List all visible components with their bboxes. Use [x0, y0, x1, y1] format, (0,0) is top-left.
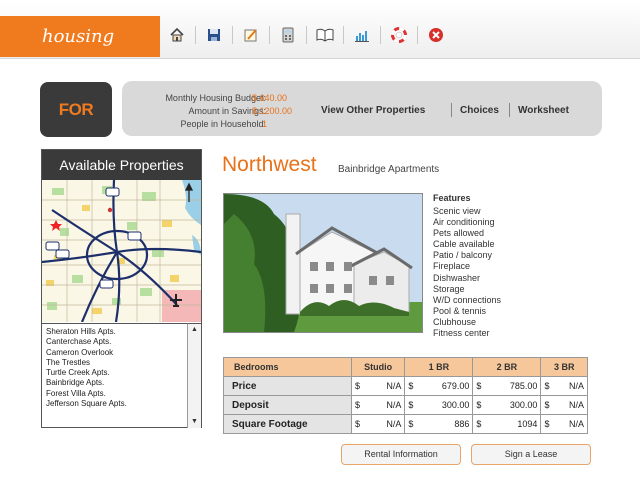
rental-information-button[interactable]: Rental Information — [341, 444, 461, 465]
toolbar-divider — [343, 26, 344, 44]
toolbar-divider — [269, 26, 270, 44]
table-cell: $886 — [404, 414, 474, 434]
feature-item: Dishwasher — [433, 272, 481, 283]
property-photo — [223, 193, 423, 333]
property-list[interactable]: Sheraton Hills Apts. Canterchase Apts. C… — [42, 323, 187, 426]
table-cell: $300.00 — [404, 395, 474, 415]
city-map[interactable] — [42, 180, 201, 322]
feature-item: Clubhouse — [433, 316, 477, 327]
table-cell: $ N/A — [350, 376, 406, 396]
nav-divider — [509, 103, 510, 117]
list-item[interactable]: Sheraton Hills Apts. — [46, 327, 183, 337]
feature-item: Scenic view — [433, 206, 481, 216]
feature-item: Fitness center — [433, 328, 490, 339]
scroll-down-icon[interactable]: ▼ — [188, 416, 201, 428]
table-row: Deposit $ N/A $300.00 $300.00 $ N/A — [223, 395, 588, 415]
home-icon[interactable] — [166, 24, 188, 46]
chart-icon[interactable] — [351, 24, 373, 46]
table-cell: $ N/A — [350, 395, 406, 415]
close-icon[interactable] — [425, 24, 447, 46]
help-icon[interactable] — [388, 24, 410, 46]
list-scrollbar[interactable]: ▲ ▼ — [187, 323, 201, 428]
app-logo: housing — [0, 16, 160, 57]
list-item[interactable]: Cameron Overlook — [46, 348, 183, 358]
table-cell: $300.00 — [472, 395, 542, 415]
row-label: Square Footage — [223, 414, 352, 434]
list-item[interactable]: Canterchase Apts. — [46, 337, 183, 347]
monthly-budget-label: Monthly Housing Budget: — [165, 93, 266, 103]
feature-item: Storage — [433, 283, 465, 294]
scroll-up-icon[interactable]: ▲ — [188, 324, 201, 336]
features-list: Features Scenic view Air conditioning Pe… — [433, 193, 501, 339]
table-cell: $ N/A — [350, 414, 406, 434]
savings-value: $ 1200.00 — [252, 106, 293, 116]
feature-item: Pool & tennis — [433, 305, 487, 316]
save-icon[interactable] — [203, 24, 225, 46]
available-properties-panel: Available Properties Sheraton Hills Apts… — [41, 149, 202, 428]
feature-item: Cable available — [433, 239, 495, 250]
header-2br: 2 BR — [472, 357, 542, 377]
table-cell: $ N/A — [540, 414, 588, 434]
feature-item: Patio / balcony — [433, 250, 493, 261]
sign-lease-button[interactable]: Sign a Lease — [471, 444, 591, 465]
list-item[interactable]: Forest Villa Apts. — [46, 389, 183, 399]
savings-label: Amount in Savings: — [188, 106, 266, 116]
table-cell: $679.00 — [404, 376, 474, 396]
feature-item: Pets allowed — [433, 228, 485, 239]
choices-link[interactable]: Choices — [460, 105, 499, 116]
features-title: Features — [433, 193, 471, 203]
for-rent-sign: FOR RENT — [40, 82, 112, 174]
header-bedrooms: Bedrooms — [223, 357, 352, 377]
top-bar: housing — [0, 0, 640, 59]
table-cell: $ N/A — [540, 395, 588, 415]
notepad-icon[interactable] — [240, 24, 262, 46]
monthly-budget-value: $ 640.00 — [252, 93, 288, 103]
list-item[interactable]: The Trestles — [46, 358, 183, 368]
rates-header-row: Bedrooms Studio 1 BR 2 BR 3 BR — [223, 357, 588, 377]
rates-table: Bedrooms Studio 1 BR 2 BR 3 BR Price $ N/… — [223, 357, 588, 434]
list-item[interactable]: Bainbridge Apts. — [46, 378, 183, 388]
feature-item: Air conditioning — [433, 217, 495, 228]
budget-panel: Monthly Housing Budget: $ 640.00 Amount … — [122, 81, 602, 136]
worksheet-link[interactable]: Worksheet — [518, 105, 569, 116]
row-label: Deposit — [223, 395, 352, 415]
row-label: Price — [223, 376, 352, 396]
nav-divider — [451, 103, 452, 117]
table-cell: $ N/A — [540, 376, 588, 396]
list-item[interactable]: Turtle Creek Apts. — [46, 368, 183, 378]
table-cell: $1094 — [472, 414, 542, 434]
calculator-icon[interactable] — [277, 24, 299, 46]
list-item[interactable]: Jefferson Square Apts. — [46, 399, 183, 409]
property-region: Northwest — [222, 153, 317, 176]
property-name: Bainbridge Apartments — [338, 164, 440, 175]
header-1br: 1 BR — [404, 357, 474, 377]
available-properties-title: Available Properties — [42, 150, 201, 180]
table-row: Square Footage $ N/A $886 $1094 $ N/A — [223, 414, 588, 434]
toolbar — [166, 24, 454, 46]
feature-item: W/D connections — [433, 294, 502, 305]
household-label: People in Household: — [180, 119, 266, 129]
header-3br: 3 BR — [540, 357, 588, 377]
view-other-properties-link[interactable]: View Other Properties — [321, 105, 425, 116]
toolbar-divider — [380, 26, 381, 44]
table-row: Price $ N/A $679.00 $785.00 $ N/A — [223, 376, 588, 396]
toolbar-divider — [417, 26, 418, 44]
toolbar-divider — [232, 26, 233, 44]
header-studio: Studio — [350, 357, 406, 377]
toolbar-divider — [195, 26, 196, 44]
table-cell: $785.00 — [472, 376, 542, 396]
household-value: 1 — [262, 119, 268, 129]
book-icon[interactable] — [314, 24, 336, 46]
toolbar-divider — [306, 26, 307, 44]
feature-item: Fireplace — [433, 261, 471, 272]
